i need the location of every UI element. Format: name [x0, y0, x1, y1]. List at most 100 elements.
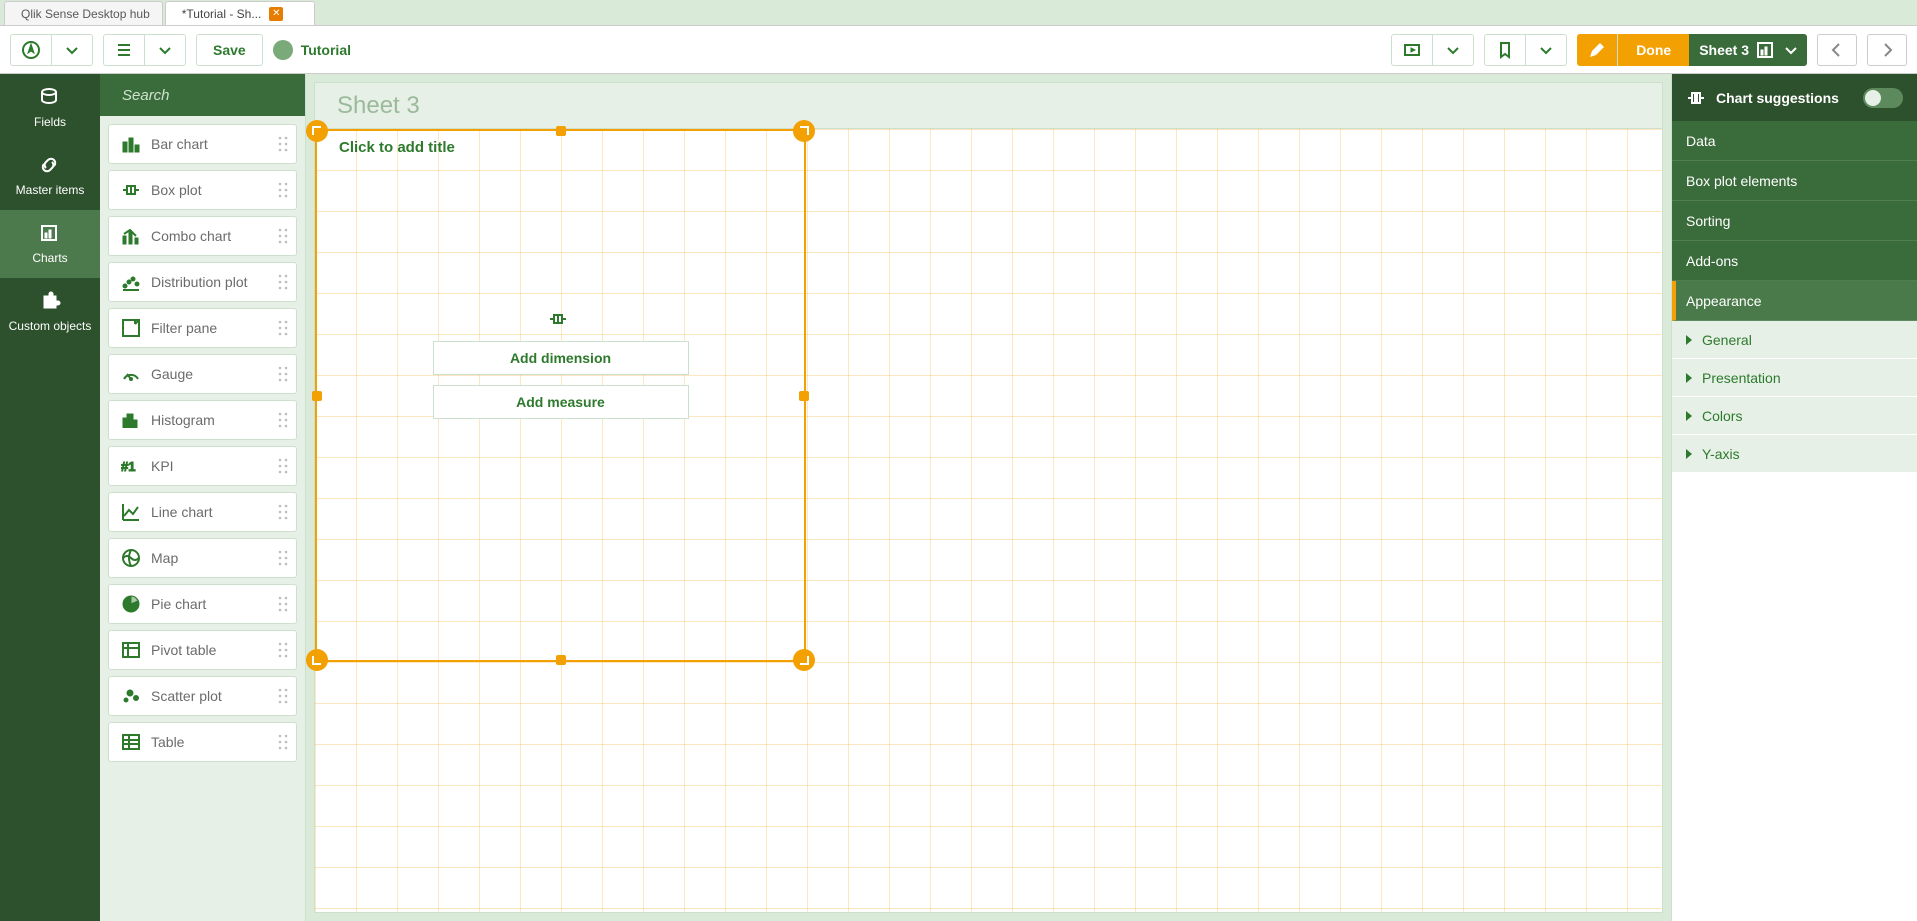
- rail-fields[interactable]: Fields: [0, 74, 100, 142]
- asset-label: Gauge: [145, 366, 276, 382]
- rail-charts[interactable]: Charts: [0, 210, 100, 278]
- asset-kpi[interactable]: KPI: [108, 446, 297, 486]
- grip-icon: [276, 318, 288, 338]
- props-sub-y-axis[interactable]: Y-axis: [1672, 435, 1917, 473]
- props-section-sorting[interactable]: Sorting: [1672, 201, 1917, 241]
- grip-icon: [276, 364, 288, 384]
- grip-icon: [276, 272, 288, 292]
- asset-label: Table: [145, 734, 276, 750]
- done-button[interactable]: Done: [1577, 34, 1689, 66]
- tab-label: *Tutorial - Sh...: [182, 7, 262, 21]
- asset-scatter[interactable]: Scatter plot: [108, 676, 297, 716]
- asset-line[interactable]: Line chart: [108, 492, 297, 532]
- chart-icon: [1755, 40, 1775, 60]
- selected-object[interactable]: Click to add title Add dimension Add mea…: [315, 129, 806, 662]
- add-dimension-button[interactable]: Add dimension: [433, 341, 689, 375]
- props-sub-general[interactable]: General: [1672, 321, 1917, 359]
- done-label: Done: [1636, 42, 1671, 58]
- search-input[interactable]: [120, 86, 325, 105]
- pie-icon: [117, 594, 145, 614]
- props-section-box-plot-elements[interactable]: Box plot elements: [1672, 161, 1917, 201]
- resize-handle-w[interactable]: [312, 391, 322, 401]
- caret-right-icon: [1686, 411, 1692, 421]
- asset-filter[interactable]: Filter pane: [108, 308, 297, 348]
- asset-histogram[interactable]: Histogram: [108, 400, 297, 440]
- distribution-icon: [117, 272, 145, 292]
- asset-map[interactable]: Map: [108, 538, 297, 578]
- story-button[interactable]: [1391, 34, 1474, 66]
- app-icon: [273, 40, 293, 60]
- sheet-body[interactable]: Click to add title Add dimension Add mea…: [314, 128, 1663, 913]
- props-sub-colors[interactable]: Colors: [1672, 397, 1917, 435]
- resize-handle-sw[interactable]: [306, 649, 328, 671]
- tab-label: Qlik Sense Desktop hub: [21, 7, 150, 21]
- rail-master-items[interactable]: Master items: [0, 142, 100, 210]
- next-sheet-button[interactable]: [1867, 34, 1907, 66]
- asset-label: Filter pane: [145, 320, 276, 336]
- asset-label: Combo chart: [145, 228, 276, 244]
- chart-suggestions-toggle[interactable]: [1863, 88, 1903, 108]
- object-center: Add dimension Add measure: [433, 309, 689, 419]
- boxplot-icon: [117, 180, 145, 200]
- asset-label: Line chart: [145, 504, 276, 520]
- rail-custom-objects[interactable]: Custom objects: [0, 278, 100, 346]
- app-title[interactable]: Tutorial: [273, 40, 351, 60]
- caret-right-icon: [1686, 449, 1692, 459]
- nav-compass-button[interactable]: [10, 34, 93, 66]
- props-section-add-ons[interactable]: Add-ons: [1672, 241, 1917, 281]
- resize-handle-s[interactable]: [556, 655, 566, 665]
- resize-handle-se[interactable]: [793, 649, 815, 671]
- tab-hub[interactable]: Qlik Sense Desktop hub: [4, 1, 163, 25]
- gauge-icon: [117, 364, 145, 384]
- kpi-icon: [117, 456, 145, 476]
- sheet-menu-button[interactable]: Sheet 3: [1689, 34, 1807, 66]
- props-header: Chart suggestions: [1672, 74, 1917, 121]
- compass-icon: [21, 40, 41, 60]
- grip-icon: [276, 686, 288, 706]
- grip-icon: [276, 226, 288, 246]
- grip-icon: [276, 548, 288, 568]
- save-button[interactable]: Save: [196, 34, 263, 66]
- props-section-appearance[interactable]: Appearance: [1672, 281, 1917, 321]
- asset-bar[interactable]: Bar chart: [108, 124, 297, 164]
- asset-boxplot[interactable]: Box plot: [108, 170, 297, 210]
- toolbar: Save Tutorial Done Sheet 3: [0, 26, 1917, 74]
- props-section-data[interactable]: Data: [1672, 121, 1917, 161]
- props-sub-label: Presentation: [1702, 370, 1781, 386]
- asset-pivot[interactable]: Pivot table: [108, 630, 297, 670]
- props-sub-presentation[interactable]: Presentation: [1672, 359, 1917, 397]
- object-title-placeholder[interactable]: Click to add title: [339, 139, 455, 156]
- resize-handle-n[interactable]: [556, 126, 566, 136]
- caret-right-icon: [1686, 373, 1692, 383]
- sheet-title[interactable]: Sheet 3: [314, 82, 1663, 128]
- add-measure-button[interactable]: Add measure: [433, 385, 689, 419]
- asset-distribution[interactable]: Distribution plot: [108, 262, 297, 302]
- asset-gauge[interactable]: Gauge: [108, 354, 297, 394]
- asset-pie[interactable]: Pie chart: [108, 584, 297, 624]
- asset-label: Histogram: [145, 412, 276, 428]
- resize-handle-e[interactable]: [799, 391, 809, 401]
- grip-icon: [276, 180, 288, 200]
- prev-sheet-button[interactable]: [1817, 34, 1857, 66]
- pencil-icon: [1587, 40, 1607, 60]
- asset-label: KPI: [145, 458, 276, 474]
- rail-label: Charts: [32, 251, 67, 265]
- sheet-label: Sheet 3: [1699, 42, 1749, 58]
- table-icon: [117, 732, 145, 752]
- chevron-down-icon: [1443, 40, 1463, 60]
- tab-tutorial[interactable]: *Tutorial - Sh... ✕: [165, 1, 315, 25]
- view-list-button[interactable]: [103, 34, 186, 66]
- resize-handle-nw[interactable]: [306, 120, 328, 142]
- pivot-icon: [117, 640, 145, 660]
- chevron-right-icon: [1877, 40, 1897, 60]
- asset-table[interactable]: Table: [108, 722, 297, 762]
- play-icon: [1402, 40, 1422, 60]
- resize-handle-ne[interactable]: [793, 120, 815, 142]
- bookmark-button[interactable]: [1484, 34, 1567, 66]
- props-sub-label: Colors: [1702, 408, 1742, 424]
- properties-panel: Chart suggestions DataBox plot elementsS…: [1671, 74, 1917, 921]
- filter-icon: [117, 318, 145, 338]
- caret-right-icon: [1686, 335, 1692, 345]
- close-icon[interactable]: ✕: [269, 7, 283, 21]
- asset-combo[interactable]: Combo chart: [108, 216, 297, 256]
